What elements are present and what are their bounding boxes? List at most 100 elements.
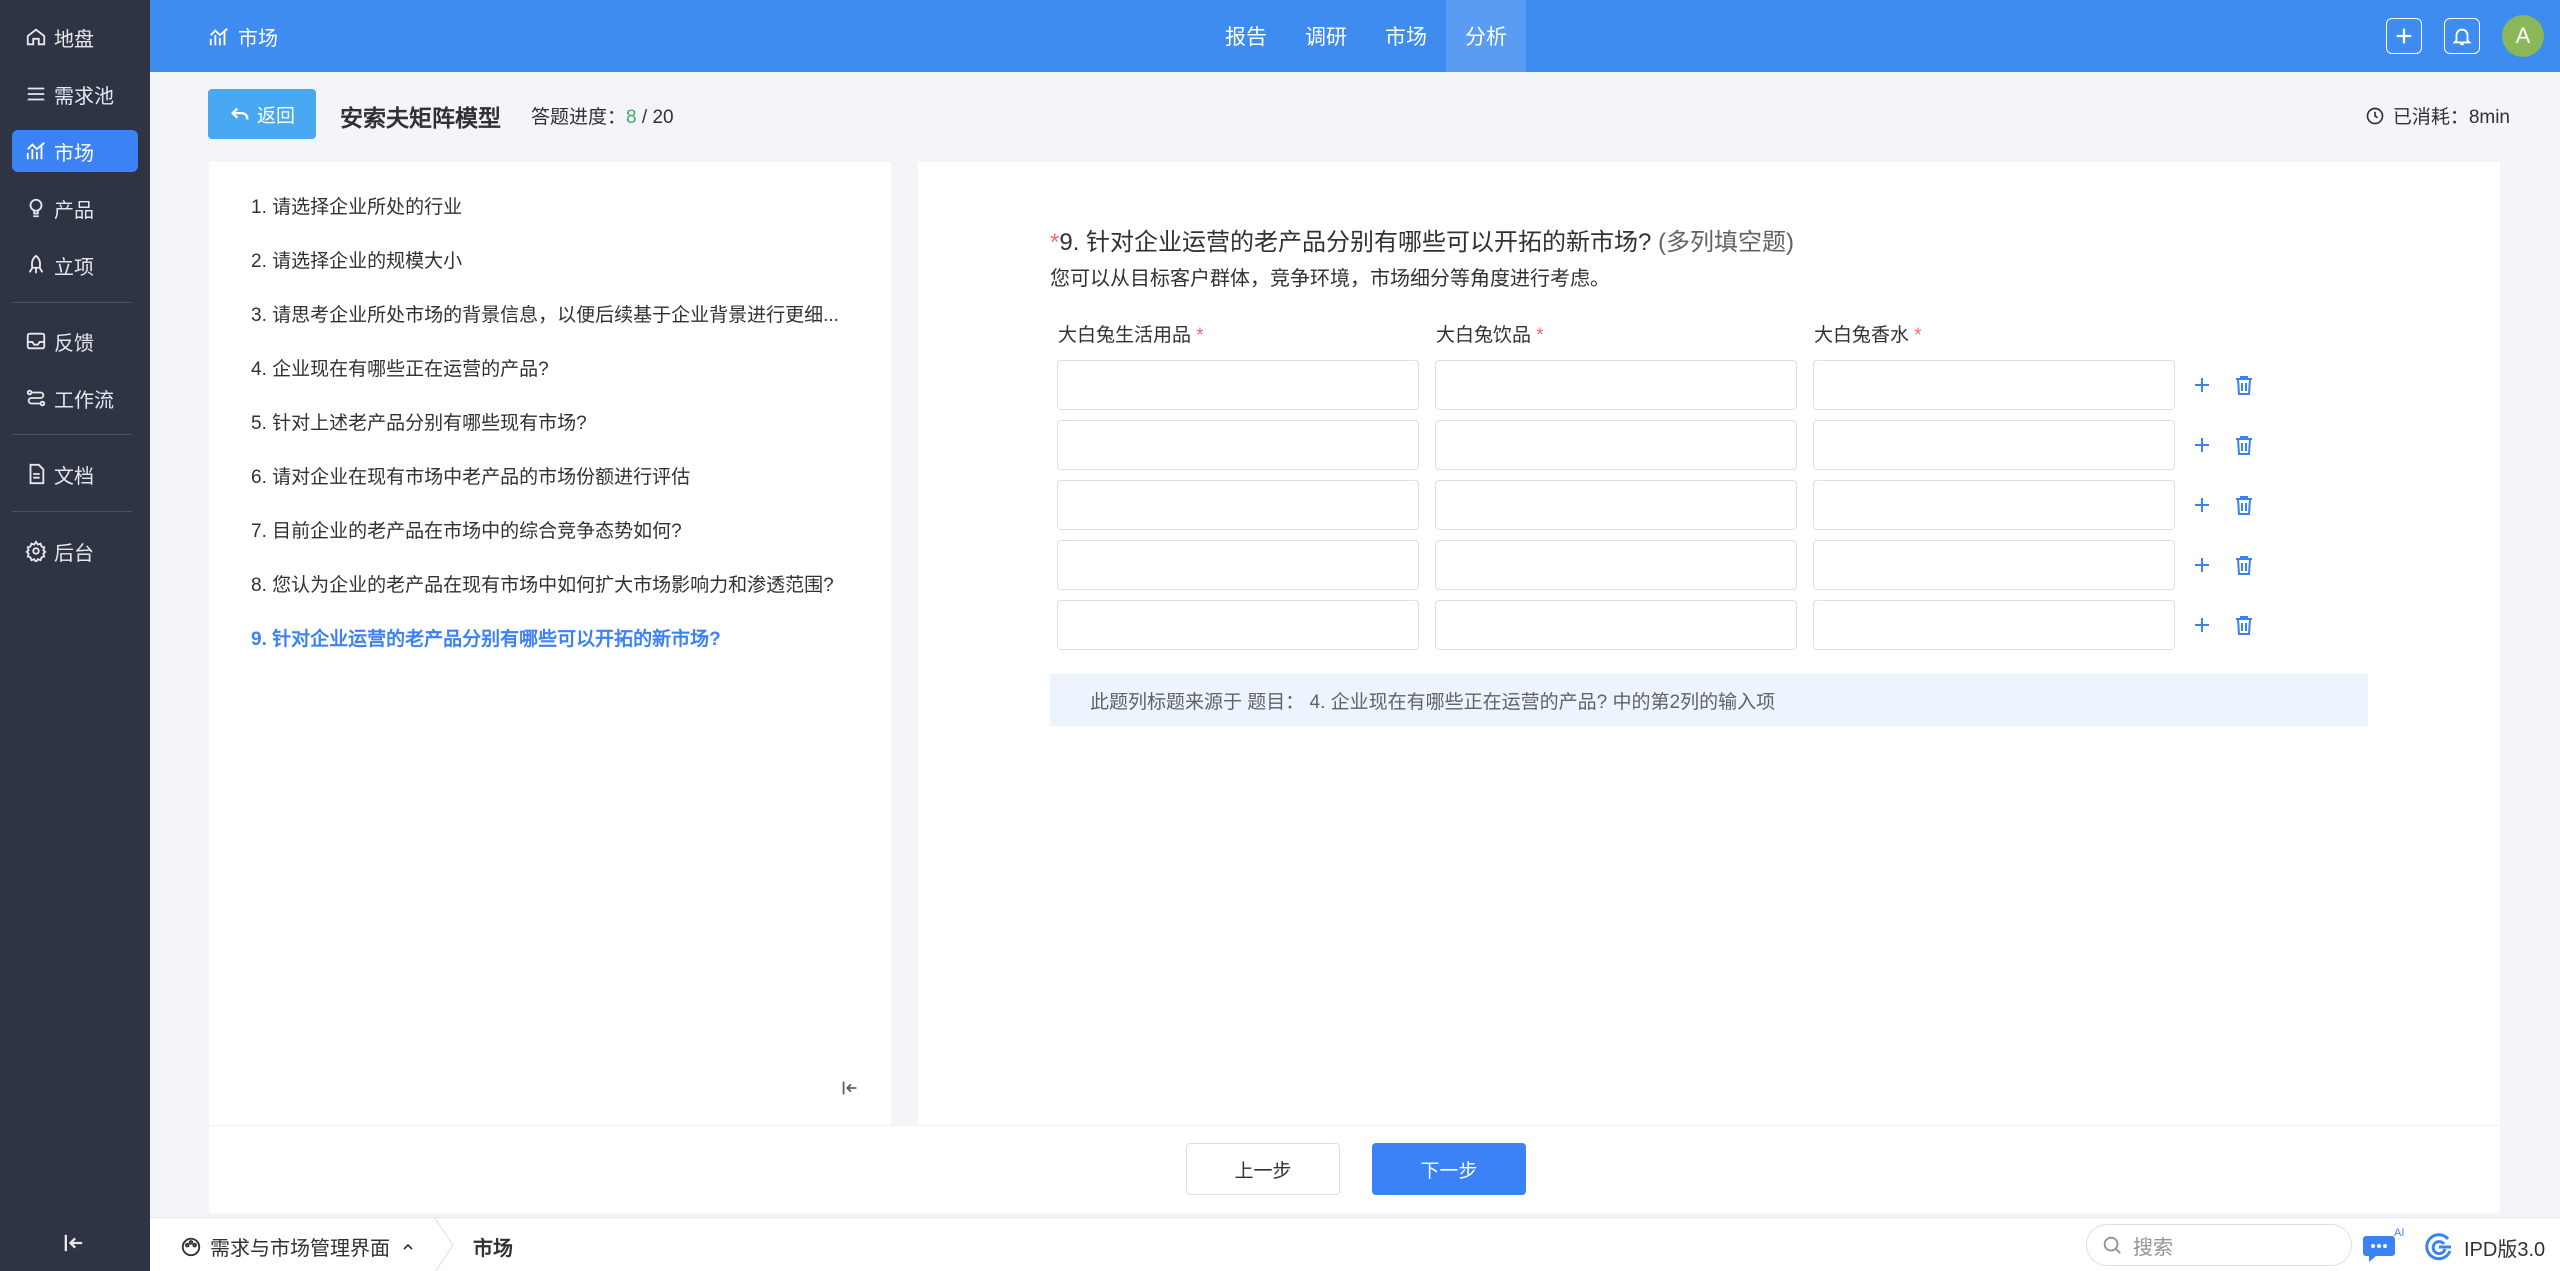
- list-icon: [24, 82, 48, 106]
- sidebar-item-label: 市场: [54, 142, 94, 165]
- question-title: *9. 针对企业运营的老产品分别有哪些可以开拓的新市场? (多列填空题): [1050, 229, 1795, 256]
- question-panel: *9. 针对企业运营的老产品分别有哪些可以开拓的新市场? (多列填空题) 您可以…: [918, 162, 2500, 1125]
- delete-row-icon[interactable]: [2232, 553, 2256, 577]
- add-row-icon[interactable]: [2190, 493, 2214, 517]
- back-button[interactable]: 返回: [208, 89, 316, 139]
- delete-row-icon[interactable]: [2232, 493, 2256, 517]
- tab-research[interactable]: 调研: [1286, 0, 1366, 72]
- question-item-6[interactable]: 6. 请对企业在现有市场中老产品的市场份额进行评估: [251, 462, 871, 489]
- collapse-list-icon[interactable]: [839, 1077, 861, 1099]
- sidebar-item-project[interactable]: 立项: [12, 244, 138, 286]
- question-item-4[interactable]: 4. 企业现在有哪些正在运营的产品?: [251, 354, 871, 381]
- clock-icon: [2365, 106, 2385, 126]
- document-icon: [24, 462, 48, 486]
- sidebar-item-label: 反馈: [54, 332, 94, 355]
- answer-input-r5-c2[interactable]: [1435, 600, 1797, 650]
- page-title: 安索夫矩阵模型: [340, 105, 501, 131]
- sidebar-item-dashboard[interactable]: 地盘: [12, 16, 138, 58]
- notification-button[interactable]: [2444, 18, 2480, 54]
- back-arrow-icon: [229, 103, 251, 125]
- add-row-icon[interactable]: [2190, 553, 2214, 577]
- question-item-8[interactable]: 8. 您认为企业的老产品在现有市场中如何扩大市场影响力和渗透范围?: [251, 570, 871, 597]
- top-header: 市场 报告 调研 市场 分析 A: [150, 0, 2560, 72]
- answer-input-r2-c3[interactable]: [1813, 420, 2175, 470]
- breadcrumb-root[interactable]: 需求与市场管理界面: [180, 1232, 416, 1261]
- question-item-5[interactable]: 5. 针对上述老产品分别有哪些现有市场?: [251, 408, 871, 435]
- sidebar-item-feedback[interactable]: 反馈: [12, 320, 138, 362]
- delete-row-icon[interactable]: [2232, 613, 2256, 637]
- elapsed-time: 已消耗：8min: [2365, 102, 2510, 129]
- answer-input-r2-c1[interactable]: [1057, 420, 1419, 470]
- search-input[interactable]: 搜索: [2086, 1224, 2352, 1266]
- tab-analysis[interactable]: 分析: [1446, 0, 1526, 72]
- tab-market[interactable]: 市场: [1366, 0, 1446, 72]
- progress-total: 20: [652, 107, 674, 128]
- question-item-7[interactable]: 7. 目前企业的老产品在市场中的综合竞争态势如何?: [251, 516, 871, 543]
- progress-current: 8: [626, 107, 637, 128]
- answer-input-r5-c1[interactable]: [1057, 600, 1419, 650]
- sidebar-item-label: 后台: [54, 542, 94, 565]
- sidebar-item-label: 地盘: [54, 28, 94, 51]
- column-header: 大白兔香水 *: [1814, 325, 1922, 346]
- prev-button[interactable]: 上一步: [1186, 1143, 1340, 1195]
- answer-input-r3-c2[interactable]: [1435, 480, 1797, 530]
- search-icon: [2101, 1234, 2123, 1256]
- header-title: 市场: [208, 22, 278, 51]
- inbox-icon: [24, 329, 48, 353]
- question-type: (多列填空题): [1658, 229, 1795, 256]
- next-button[interactable]: 下一步: [1372, 1143, 1526, 1195]
- avatar[interactable]: A: [2502, 15, 2544, 57]
- answer-input-r4-c3[interactable]: [1813, 540, 2175, 590]
- sidebar-item-product[interactable]: 产品: [12, 187, 138, 229]
- add-button[interactable]: [2386, 18, 2422, 54]
- sidebar-item-docs[interactable]: 文档: [12, 453, 138, 495]
- sidebar-divider: [12, 302, 132, 303]
- delete-row-icon[interactable]: [2232, 433, 2256, 457]
- answer-input-r4-c1[interactable]: [1057, 540, 1419, 590]
- chart-icon: [208, 26, 230, 48]
- add-row-icon[interactable]: [2190, 613, 2214, 637]
- answer-input-r4-c2[interactable]: [1435, 540, 1797, 590]
- answer-input-r5-c3[interactable]: [1813, 600, 2175, 650]
- question-list: 1. 请选择企业所处的行业 2. 请选择企业的规模大小 3. 请思考企业所处市场…: [209, 162, 891, 1125]
- header-actions: [2386, 18, 2480, 54]
- answer-input-r2-c2[interactable]: [1435, 420, 1797, 470]
- bulb-icon: [24, 196, 48, 220]
- sidebar: 地盘 需求池 市场 产品 立项 反馈 工作流 文档 后台: [0, 0, 150, 1271]
- gear-icon: [24, 539, 48, 563]
- rocket-icon: [24, 253, 48, 277]
- collapse-sidebar-icon[interactable]: [60, 1229, 88, 1257]
- sidebar-item-label: 产品: [54, 199, 94, 222]
- chevron-up-icon: [403, 1243, 413, 1250]
- question-description: 您可以从目标客户群体，竞争环境，市场细分等角度进行考虑。: [1050, 268, 1610, 290]
- add-row-icon[interactable]: [2190, 433, 2214, 457]
- breadcrumb-separator: [434, 1218, 454, 1271]
- answer-input-r1-c1[interactable]: [1057, 360, 1419, 410]
- answer-input-r3-c1[interactable]: [1057, 480, 1419, 530]
- form-footer: 上一步 下一步: [209, 1125, 2500, 1213]
- sidebar-item-requirements[interactable]: 需求池: [12, 73, 138, 115]
- delete-row-icon[interactable]: [2232, 373, 2256, 397]
- sidebar-item-workflow[interactable]: 工作流: [12, 377, 138, 419]
- brand-version: IPD版3.0: [2422, 1230, 2545, 1264]
- add-row-icon[interactable]: [2190, 373, 2214, 397]
- sidebar-item-label: 工作流: [54, 389, 114, 412]
- question-item-9[interactable]: 9. 针对企业运营的老产品分别有哪些可以开拓的新市场?: [251, 624, 871, 651]
- sidebar-item-admin[interactable]: 后台: [12, 530, 138, 572]
- column-header: 大白兔生活用品 *: [1058, 325, 1204, 346]
- header-nav: 报告 调研 市场 分析: [1206, 0, 1526, 72]
- required-mark: *: [1050, 229, 1060, 256]
- question-item-1[interactable]: 1. 请选择企业所处的行业: [251, 192, 871, 219]
- question-item-3[interactable]: 3. 请思考企业所处市场的背景信息，以便后续基于企业背景进行更细...: [251, 300, 871, 327]
- sidebar-divider: [12, 434, 132, 435]
- chart-icon: [24, 139, 48, 163]
- sidebar-item-label: 立项: [54, 256, 94, 279]
- tab-report[interactable]: 报告: [1206, 0, 1286, 72]
- question-item-2[interactable]: 2. 请选择企业的规模大小: [251, 246, 871, 273]
- answer-input-r3-c3[interactable]: [1813, 480, 2175, 530]
- answer-input-r1-c2[interactable]: [1435, 360, 1797, 410]
- answer-input-r1-c3[interactable]: [1813, 360, 2175, 410]
- ai-chat-icon[interactable]: AI: [2362, 1226, 2408, 1264]
- workflow-icon: [24, 386, 48, 410]
- sidebar-item-market[interactable]: 市场: [12, 130, 138, 172]
